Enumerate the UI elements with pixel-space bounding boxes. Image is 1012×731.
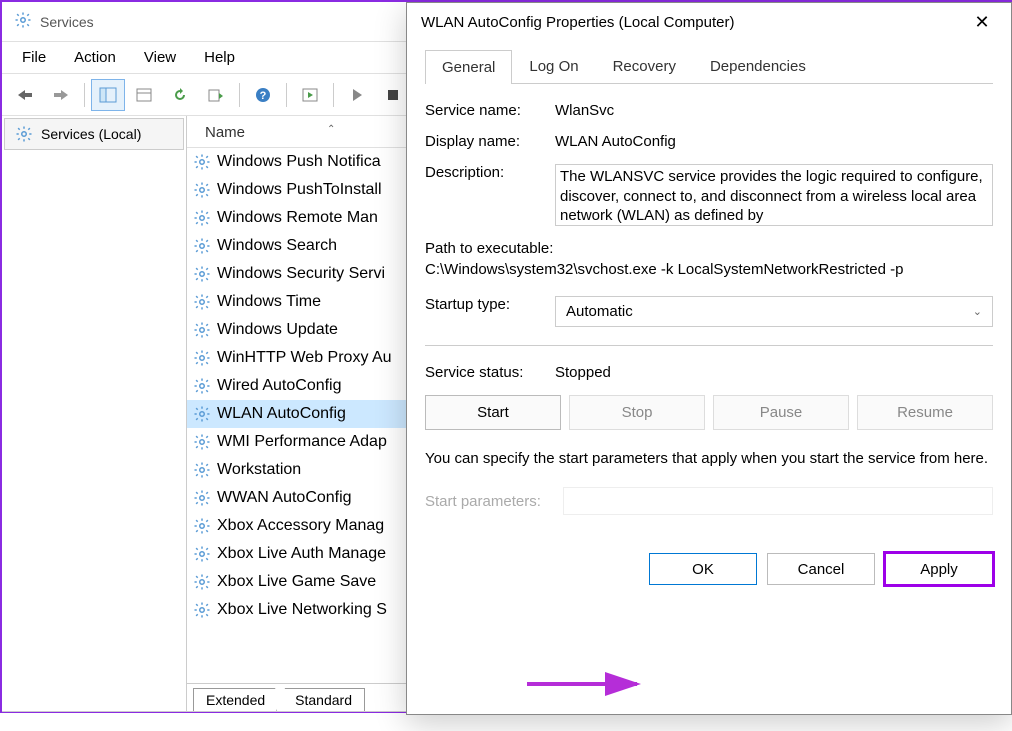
- label-display-name: Display name:: [425, 133, 555, 150]
- export-list-button[interactable]: [199, 79, 233, 111]
- pause-service-button: Pause: [713, 395, 849, 430]
- startup-type-value: Automatic: [566, 303, 633, 320]
- gear-icon: [193, 153, 211, 171]
- startup-type-dropdown[interactable]: Automatic ⌄: [555, 296, 993, 327]
- divider: [425, 345, 993, 346]
- start-service-button[interactable]: Start: [425, 395, 561, 430]
- gear-icon: [193, 349, 211, 367]
- gear-icon: [193, 377, 211, 395]
- dialog-button-row: OK Cancel Apply: [407, 553, 1011, 589]
- service-name: Xbox Live Auth Manage: [217, 545, 386, 563]
- tab-extended[interactable]: Extended: [193, 688, 284, 711]
- ok-button[interactable]: OK: [649, 553, 757, 585]
- gear-icon: [193, 545, 211, 563]
- toolbar-separator: [333, 83, 334, 107]
- gear-icon: [193, 293, 211, 311]
- service-name: WinHTTP Web Proxy Au: [217, 349, 392, 367]
- label-start-parameters: Start parameters:: [425, 493, 555, 510]
- service-name: Windows PushToInstall: [217, 181, 382, 199]
- close-button[interactable]: ✕: [967, 12, 997, 33]
- resume-service-button: Resume: [857, 395, 993, 430]
- service-name: WWAN AutoConfig: [217, 489, 352, 507]
- value-path: C:\Windows\system32\svchost.exe -k Local…: [425, 261, 993, 278]
- label-description: Description:: [425, 164, 555, 226]
- service-name: WMI Performance Adap: [217, 433, 387, 451]
- toolbar-separator: [286, 83, 287, 107]
- column-header-text: Name: [205, 124, 245, 141]
- tree-panel: Services (Local): [2, 116, 187, 711]
- properties-toolbar-button[interactable]: [127, 79, 161, 111]
- gear-icon: [193, 601, 211, 619]
- stop-toolbar-button[interactable]: [376, 79, 410, 111]
- service-name: Windows Security Servi: [217, 265, 385, 283]
- gear-icon: [193, 265, 211, 283]
- value-display-name: WLAN AutoConfig: [555, 133, 993, 150]
- service-name: Wired AutoConfig: [217, 377, 342, 395]
- start-parameters-input: [563, 487, 993, 515]
- service-name: Windows Push Notifica: [217, 153, 381, 171]
- service-name: Windows Remote Man: [217, 209, 378, 227]
- show-hide-tree-button[interactable]: [91, 79, 125, 111]
- tab-standard[interactable]: Standard: [276, 688, 365, 711]
- info-text: You can specify the start parameters tha…: [425, 448, 993, 469]
- apply-button[interactable]: Apply: [885, 553, 993, 585]
- service-name: Xbox Accessory Manag: [217, 517, 384, 535]
- menu-file[interactable]: File: [10, 45, 58, 70]
- service-name: Windows Update: [217, 321, 338, 339]
- gear-icon: [193, 237, 211, 255]
- stop-service-button: Stop: [569, 395, 705, 430]
- tab-recovery[interactable]: Recovery: [596, 49, 693, 83]
- gear-icon: [193, 461, 211, 479]
- play-button[interactable]: [340, 79, 374, 111]
- label-service-status: Service status:: [425, 364, 555, 381]
- menu-help[interactable]: Help: [192, 45, 247, 70]
- tree-services-local[interactable]: Services (Local): [4, 118, 184, 150]
- toolbar-separator: [84, 83, 85, 107]
- gear-icon: [193, 209, 211, 227]
- cancel-button[interactable]: Cancel: [767, 553, 875, 585]
- back-button[interactable]: [8, 79, 42, 111]
- gear-icon: [193, 433, 211, 451]
- svg-text:?: ?: [260, 90, 267, 102]
- gear-icon: [193, 181, 211, 199]
- gear-icon: [193, 517, 211, 535]
- window-title: Services: [40, 14, 94, 30]
- dialog-body: General Log On Recovery Dependencies Ser…: [407, 41, 1011, 553]
- description-textbox[interactable]: The WLANSVC service provides the logic r…: [555, 164, 993, 226]
- service-name: WLAN AutoConfig: [217, 405, 346, 423]
- gear-icon: [15, 125, 33, 143]
- forward-button[interactable]: [44, 79, 78, 111]
- label-service-name: Service name:: [425, 102, 555, 119]
- service-name: Xbox Live Networking S: [217, 601, 387, 619]
- gear-icon: [193, 405, 211, 423]
- menu-view[interactable]: View: [132, 45, 188, 70]
- sort-indicator-icon: ⌃: [327, 124, 335, 135]
- gear-icon: [193, 489, 211, 507]
- label-startup-type: Startup type:: [425, 296, 555, 327]
- value-service-name: WlanSvc: [555, 102, 993, 119]
- tab-dependencies[interactable]: Dependencies: [693, 49, 823, 83]
- gear-icon: [193, 573, 211, 591]
- services-app-icon: [14, 11, 32, 32]
- gear-icon: [193, 321, 211, 339]
- menu-action[interactable]: Action: [62, 45, 128, 70]
- properties-dialog: WLAN AutoConfig Properties (Local Comput…: [406, 2, 1012, 715]
- chevron-down-icon: ⌄: [973, 305, 982, 318]
- service-name: Xbox Live Game Save: [217, 573, 376, 591]
- service-name: Workstation: [217, 461, 301, 479]
- tab-logon[interactable]: Log On: [512, 49, 595, 83]
- dialog-title-bar: WLAN AutoConfig Properties (Local Comput…: [407, 3, 1011, 41]
- service-name: Windows Time: [217, 293, 321, 311]
- value-service-status: Stopped: [555, 364, 993, 381]
- start-service-toolbar-button[interactable]: [293, 79, 327, 111]
- dialog-title: WLAN AutoConfig Properties (Local Comput…: [421, 14, 734, 31]
- toolbar-separator: [239, 83, 240, 107]
- service-name: Windows Search: [217, 237, 337, 255]
- label-path: Path to executable:: [425, 240, 993, 257]
- dialog-tab-strip: General Log On Recovery Dependencies: [425, 49, 993, 84]
- tree-label: Services (Local): [41, 126, 141, 142]
- help-toolbar-button[interactable]: ?: [246, 79, 280, 111]
- refresh-button[interactable]: [163, 79, 197, 111]
- tab-general[interactable]: General: [425, 50, 512, 84]
